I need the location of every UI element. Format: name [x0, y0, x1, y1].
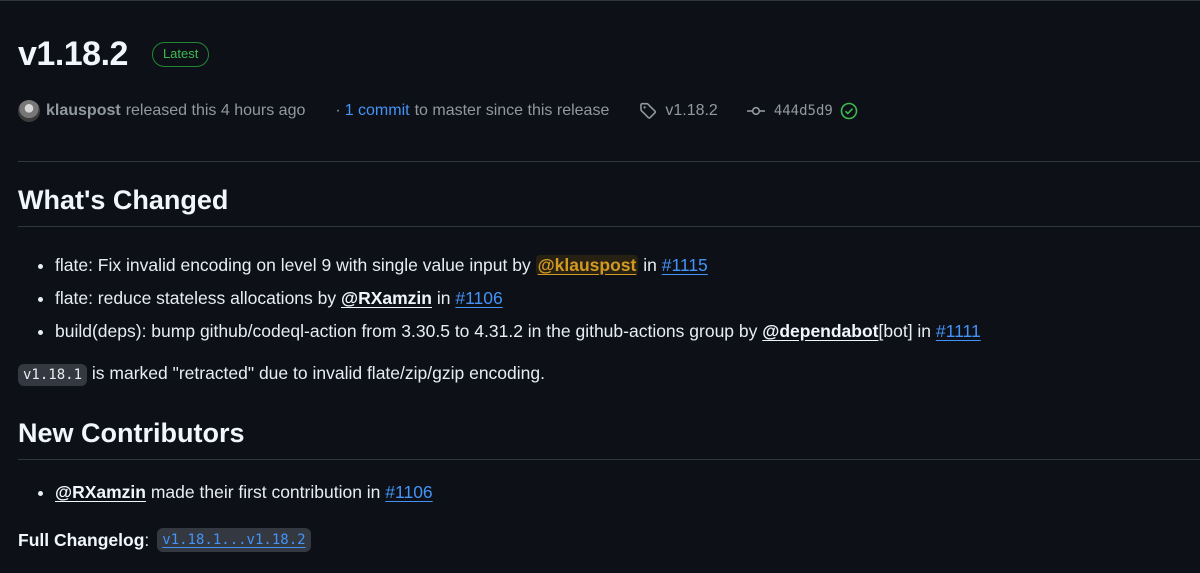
new-contributors-heading: New Contributors	[18, 418, 245, 448]
commits-link[interactable]: 1 commit	[345, 102, 410, 120]
list-item: build(deps): bump github/codeql-action f…	[55, 315, 981, 348]
issue-link[interactable]: #1111	[936, 321, 981, 341]
issue-link[interactable]: #1106	[385, 482, 432, 502]
latest-badge: Latest	[151, 42, 210, 67]
check-circle-icon[interactable]	[840, 102, 858, 120]
bot-suffix: [bot] in	[878, 321, 932, 341]
mention-link[interactable]: @klauspost	[535, 255, 639, 275]
compare-link[interactable]: v1.18.1...v1.18.2	[157, 528, 311, 552]
in-text: in	[643, 255, 657, 275]
release-meta: klauspost released this 4 hours ago · 1 …	[18, 100, 858, 122]
heading-divider	[18, 226, 1200, 227]
tag-link[interactable]: v1.18.2	[639, 102, 718, 120]
inline-code: v1.18.1	[18, 364, 88, 386]
whats-changed-heading: What's Changed	[18, 185, 229, 215]
issue-link[interactable]: #1106	[455, 288, 502, 308]
issue-link[interactable]: #1115	[662, 255, 708, 275]
list-item: @RXamzin made their first contribution i…	[55, 482, 433, 503]
list-item: flate: Fix invalid encoding on level 9 w…	[55, 249, 981, 282]
mention-link[interactable]: @RXamzin	[341, 288, 432, 308]
commit-hash: 444d5d9	[773, 103, 833, 119]
header-divider	[18, 161, 1200, 162]
avatar[interactable]	[18, 100, 40, 122]
release-header: v1.18.2 Latest	[18, 35, 210, 74]
change-text: flate: Fix invalid encoding on level 9 w…	[55, 255, 531, 275]
full-changelog: Full Changelog: v1.18.1...v1.18.2	[18, 528, 311, 552]
release-panel: v1.18.2 Latest klauspost released this 4…	[0, 0, 1200, 573]
full-changelog-label: Full Changelog	[18, 529, 145, 550]
changes-list: flate: Fix invalid encoding on level 9 w…	[18, 249, 981, 348]
author-link[interactable]: klauspost	[46, 102, 121, 120]
tag-name: v1.18.2	[665, 102, 718, 119]
mention-link[interactable]: @RXamzin	[55, 482, 146, 502]
contributors-list: @RXamzin made their first contribution i…	[18, 482, 433, 503]
git-commit-icon	[746, 104, 766, 118]
heading-divider	[18, 459, 1200, 460]
full-changelog-colon: :	[144, 529, 150, 550]
contrib-text: made their first contribution in	[150, 482, 381, 502]
note-text: is marked "retracted" due to invalid fla…	[91, 363, 545, 383]
change-text: build(deps): bump github/codeql-action f…	[55, 321, 758, 341]
change-text: flate: reduce stateless allocations by	[55, 288, 337, 308]
meta-separator: ·	[335, 102, 341, 119]
tag-icon	[639, 102, 657, 120]
commit-link[interactable]: 444d5d9	[746, 102, 858, 120]
release-title[interactable]: v1.18.2	[18, 35, 128, 74]
mention-link[interactable]: @dependabot	[762, 321, 878, 341]
released-text: released this 4 hours ago	[125, 102, 306, 119]
retracted-note: v1.18.1 is marked "retracted" due to inv…	[18, 363, 545, 386]
commits-suffix: to master since this release	[414, 102, 610, 119]
list-item: flate: reduce stateless allocations by @…	[55, 282, 981, 315]
in-text: in	[436, 288, 451, 308]
